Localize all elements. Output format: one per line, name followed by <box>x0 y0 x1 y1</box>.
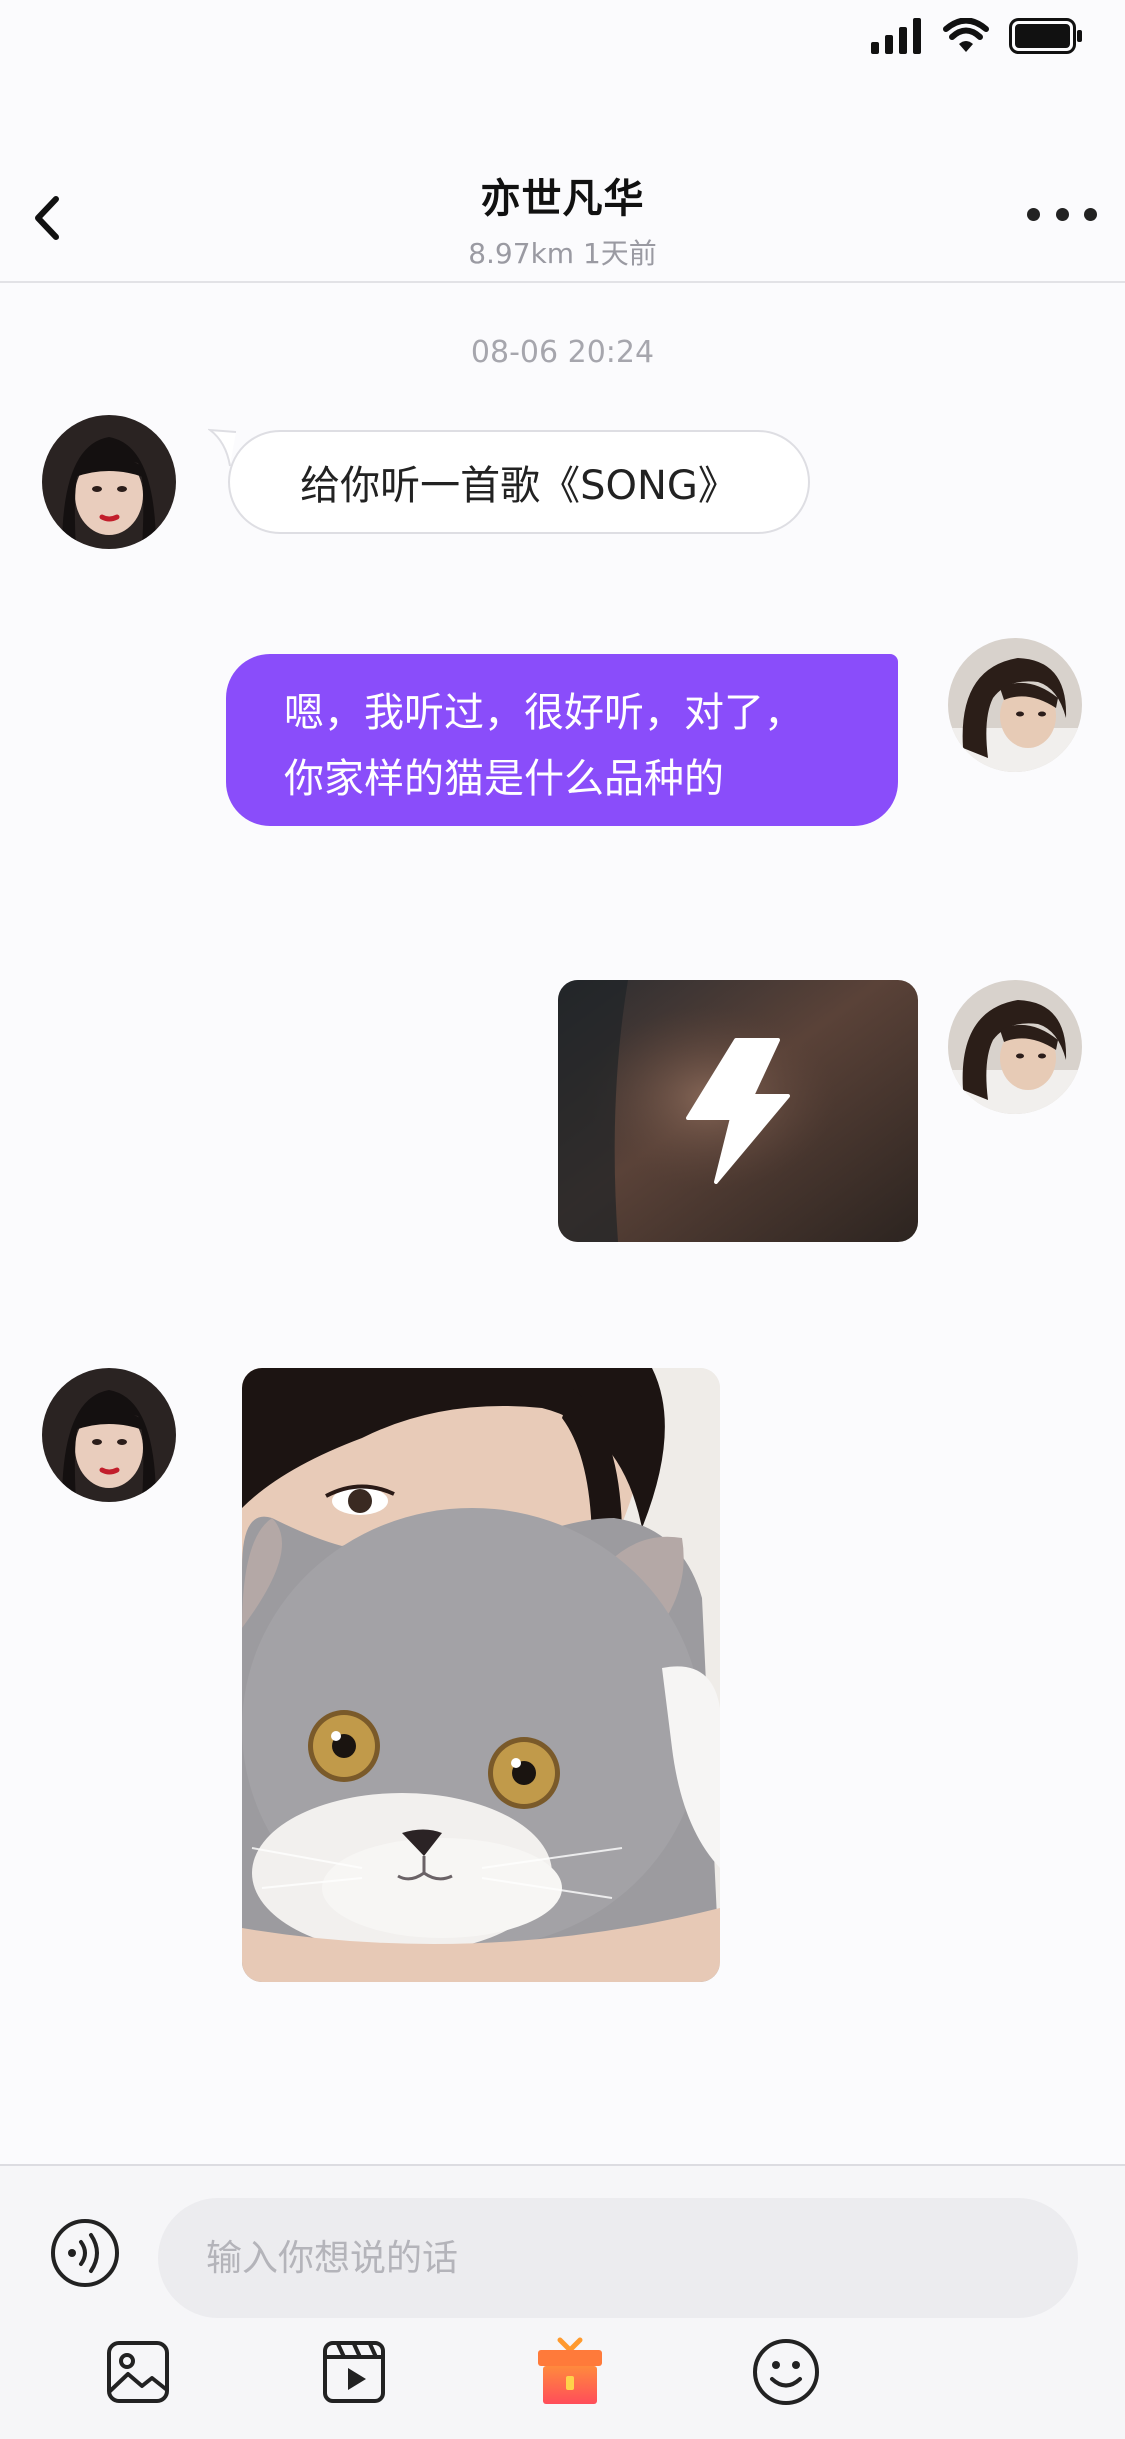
message-timestamp: 08-06 20:24 <box>470 335 655 370</box>
message-text-line: 嗯，我听过，很好听，对了， <box>284 690 804 736</box>
message-input[interactable] <box>158 2198 1078 2318</box>
message-text-line: 你家样的猫是什么品种的 <box>284 756 724 802</box>
chat-header: 亦世凡华 8.97km 1天前 <box>0 150 1125 282</box>
incoming-photo-message[interactable] <box>242 1368 720 1982</box>
voice-input-button[interactable] <box>50 2218 120 2288</box>
more-options-button[interactable] <box>1027 196 1097 232</box>
status-bar <box>0 0 1125 80</box>
header-title-block: 亦世凡华 8.97km 1天前 <box>0 166 1125 272</box>
image-icon <box>107 2341 169 2403</box>
video-button[interactable] <box>318 2336 390 2408</box>
contact-name: 亦世凡华 <box>480 176 645 222</box>
contact-avatar[interactable] <box>42 415 176 549</box>
contact-avatar[interactable] <box>42 1368 176 1502</box>
outgoing-message-bubble[interactable]: 嗯，我听过，很好听，对了， 你家样的猫是什么品种的 <box>226 654 898 826</box>
more-dot <box>1084 207 1097 221</box>
message-text: 给你听一首歌《SONG》 <box>300 463 738 509</box>
wifi-icon <box>943 17 989 58</box>
lightning-icon <box>686 1038 790 1184</box>
chat-screen: 亦世凡华 8.97km 1天前 08-06 20:24 给你听一首歌《SONG》… <box>0 0 1125 2439</box>
voice-icon <box>51 2219 119 2287</box>
battery-icon <box>1009 18 1083 58</box>
more-dot <box>1055 207 1069 221</box>
my-avatar[interactable] <box>948 980 1082 1114</box>
contact-distance-lastseen: 8.97km 1天前 <box>468 237 657 270</box>
gift-button[interactable] <box>534 2336 606 2408</box>
status-icons <box>871 17 1083 58</box>
message-composer <box>0 2166 1125 2439</box>
my-avatar[interactable] <box>948 638 1082 772</box>
header-divider <box>0 281 1125 283</box>
incoming-message-bubble[interactable]: 给你听一首歌《SONG》 <box>228 430 810 534</box>
emoji-button[interactable] <box>750 2336 822 2408</box>
gift-icon <box>538 2337 602 2404</box>
emoji-icon <box>753 2339 819 2405</box>
more-dot <box>1027 207 1040 221</box>
image-button[interactable] <box>102 2336 174 2408</box>
video-icon <box>323 2341 385 2403</box>
signal-icon <box>871 18 923 58</box>
flash-media-card[interactable] <box>558 980 918 1242</box>
cat-photo <box>242 1368 720 1982</box>
